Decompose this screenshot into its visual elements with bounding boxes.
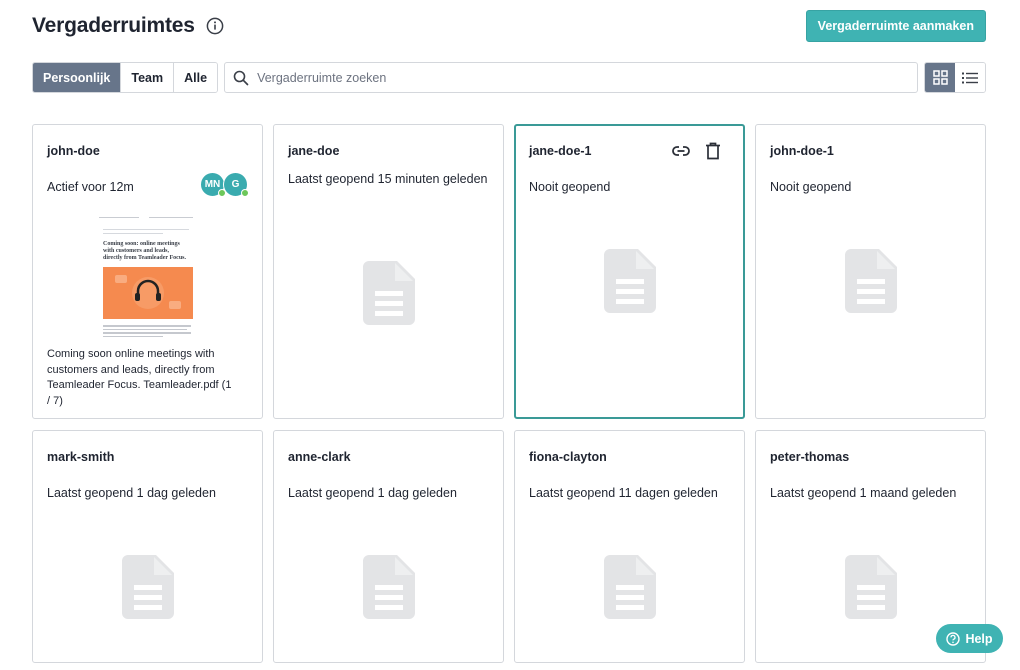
room-status: Laatst geopend 11 dagen geleden xyxy=(529,486,718,500)
document-placeholder-icon xyxy=(844,555,897,619)
info-icon[interactable] xyxy=(206,17,224,35)
help-button[interactable]: Help xyxy=(936,624,1003,653)
room-name: mark-smith xyxy=(47,450,115,464)
room-card-anne-clark[interactable]: anne-clark Laatst geopend 1 dag geleden xyxy=(273,430,504,663)
avatar-initials: MN xyxy=(204,179,221,190)
list-icon xyxy=(962,72,978,84)
help-label: Help xyxy=(965,631,993,646)
filter-personal[interactable]: Persoonlijk xyxy=(33,63,122,92)
avatar: G xyxy=(223,172,249,197)
document-placeholder-icon xyxy=(603,555,656,619)
list-view-button[interactable] xyxy=(955,63,985,92)
view-toggle xyxy=(924,62,986,93)
thumb-rule xyxy=(103,229,189,230)
help-icon xyxy=(946,631,961,646)
document-placeholder-icon xyxy=(362,261,415,325)
document-caption: Coming soon online meetings with custome… xyxy=(47,348,232,407)
document-placeholder-icon xyxy=(362,555,415,619)
room-name: john-doe xyxy=(47,144,100,158)
document-placeholder-icon xyxy=(844,249,897,313)
thumb-rule xyxy=(103,233,163,234)
thumb-rule xyxy=(99,217,139,218)
grid-view-button[interactable] xyxy=(925,63,955,92)
document-thumbnail: Coming soon: online meetings with custom… xyxy=(97,215,197,345)
room-name: anne-clark xyxy=(288,450,351,464)
room-name: fiona-clayton xyxy=(529,450,607,464)
participant-avatars: MN G xyxy=(200,172,249,197)
thumb-rule xyxy=(149,217,193,218)
thumbnail-heading: Coming soon: online meetings with custom… xyxy=(103,241,186,261)
room-status: Nooit geopend xyxy=(529,180,611,194)
document-placeholder-icon xyxy=(603,249,656,313)
room-status: Nooit geopend xyxy=(770,180,852,194)
toolbar: Persoonlijk Team Alle xyxy=(32,62,986,93)
filter-team[interactable]: Team xyxy=(121,63,175,92)
room-card-fiona-clayton[interactable]: fiona-clayton Laatst geopend 11 dagen ge… xyxy=(514,430,745,663)
room-card-jane-doe-1[interactable]: jane-doe-1 Nooit geopend xyxy=(514,124,745,419)
trash-icon[interactable] xyxy=(703,141,723,161)
room-name: john-doe-1 xyxy=(770,144,834,158)
online-indicator xyxy=(241,189,249,197)
room-status: Laatst geopend 15 minuten geleden xyxy=(288,172,488,186)
room-name: peter-thomas xyxy=(770,450,850,464)
card-actions xyxy=(671,141,723,161)
grid-icon xyxy=(932,70,948,85)
search-box[interactable] xyxy=(224,62,918,93)
room-status: Laatst geopend 1 dag geleden xyxy=(288,486,457,500)
filter-all[interactable]: Alle xyxy=(174,63,218,92)
search-input[interactable] xyxy=(257,70,917,85)
avatar-initials: G xyxy=(231,179,240,190)
link-icon[interactable] xyxy=(671,141,691,161)
page-header: Vergaderruimtes Vergaderruimte aanmaken xyxy=(32,10,986,42)
document-placeholder-icon xyxy=(121,555,174,619)
room-card-mark-smith[interactable]: mark-smith Laatst geopend 1 dag geleden xyxy=(32,430,263,663)
filter-segmented-control: Persoonlijk Team Alle xyxy=(32,62,219,93)
rooms-grid: john-doe Actief voor 12m MN G Coming soo… xyxy=(32,124,986,663)
avatar: MN xyxy=(200,172,226,197)
thumbnail-body-text xyxy=(103,325,191,339)
room-name: jane-doe xyxy=(288,144,340,158)
room-status: Laatst geopend 1 maand geleden xyxy=(770,486,957,500)
room-card-jane-doe[interactable]: jane-doe Laatst geopend 15 minuten geled… xyxy=(273,124,504,419)
room-status: Laatst geopend 1 dag geleden xyxy=(47,486,216,500)
create-room-button[interactable]: Vergaderruimte aanmaken xyxy=(805,10,986,42)
page-title: Vergaderruimtes xyxy=(32,14,195,37)
room-card-john-doe[interactable]: john-doe Actief voor 12m MN G Coming soo… xyxy=(32,124,263,419)
search-icon xyxy=(233,70,249,86)
thumbnail-image xyxy=(103,267,193,319)
room-card-john-doe-1[interactable]: john-doe-1 Nooit geopend xyxy=(755,124,986,419)
headset-icon xyxy=(115,275,181,309)
